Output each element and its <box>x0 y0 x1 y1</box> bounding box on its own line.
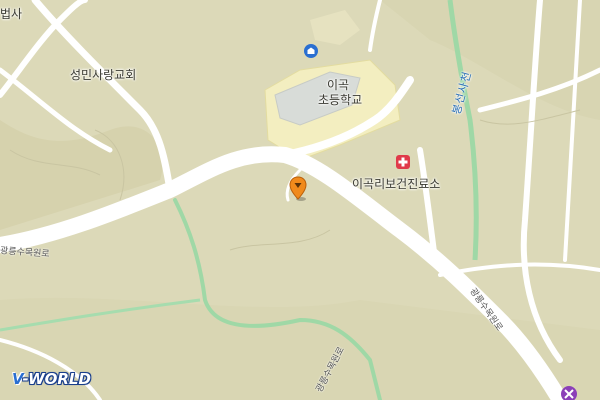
map-pin-icon <box>289 176 307 201</box>
facility-poi[interactable] <box>561 386 577 400</box>
tools-icon <box>561 386 577 400</box>
school-icon <box>304 44 318 58</box>
map-view[interactable]: 법사 성민사랑교회 이곡 초등학교 이곡리보건진료소 봉선사천 광릉수목원로 광… <box>0 0 600 400</box>
clinic-poi[interactable] <box>396 154 410 173</box>
school-label-line2: 초등학교 <box>318 93 363 107</box>
clinic-label: 이곡리보건진료소 <box>352 177 441 191</box>
clinic-icon <box>396 155 410 169</box>
temple-label: 법사 <box>0 7 23 21</box>
church-label: 성민사랑교회 <box>70 68 137 82</box>
logo-v: V <box>12 370 23 388</box>
vworld-logo: V-WORLD <box>12 370 91 388</box>
logo-text: -WORLD <box>22 370 91 388</box>
location-pin[interactable] <box>289 176 309 206</box>
